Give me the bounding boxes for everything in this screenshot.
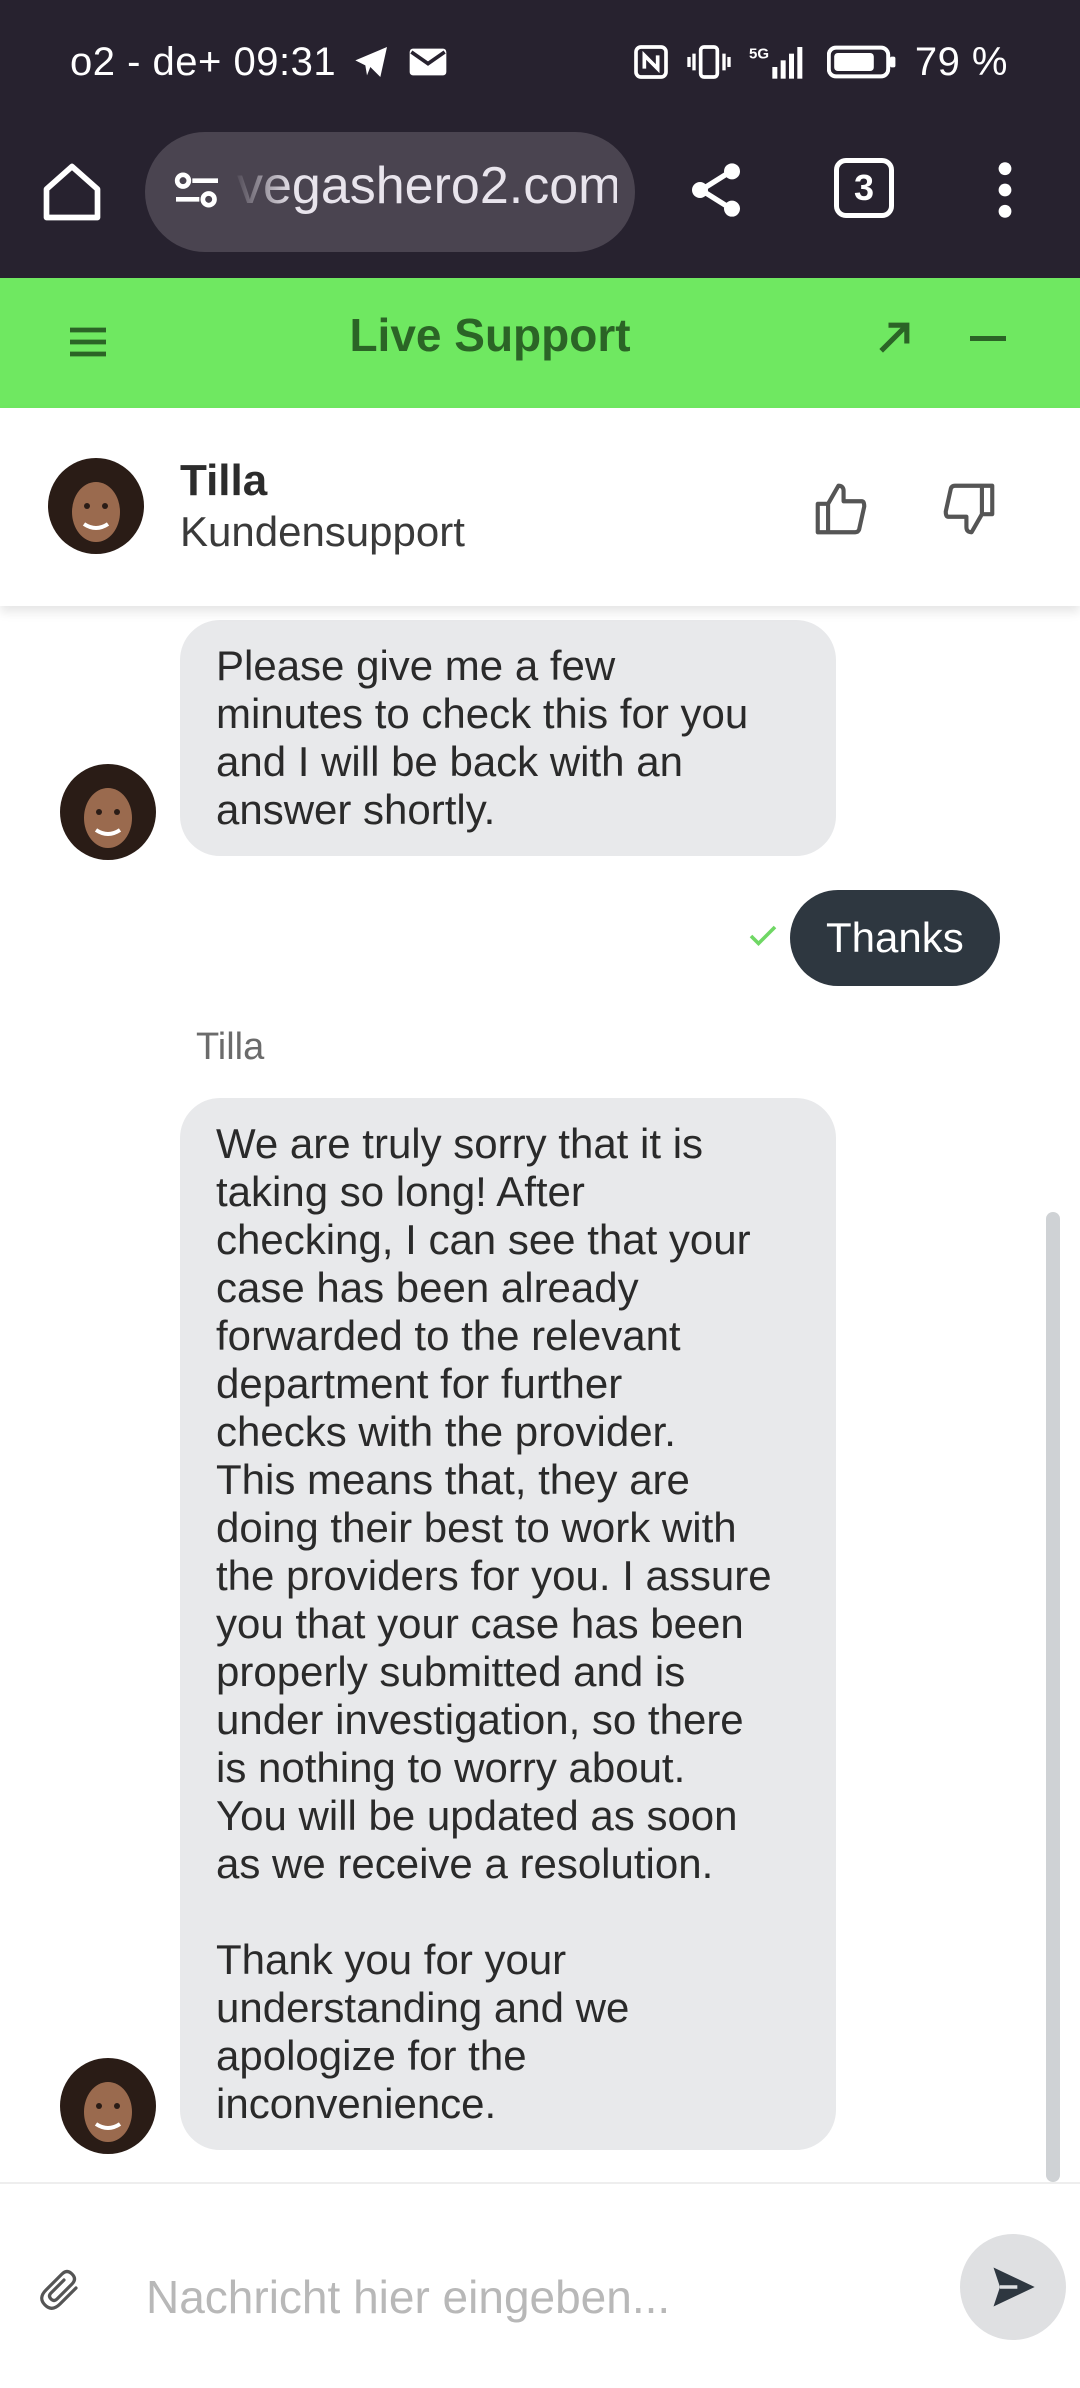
attachment-icon[interactable] bbox=[36, 2266, 84, 2314]
sender-label: Tilla bbox=[196, 1026, 265, 1068]
minimize-icon[interactable] bbox=[970, 336, 1006, 341]
support-header: Live Support bbox=[0, 278, 1080, 408]
browser-toolbar: vegashero2.com 3 bbox=[0, 130, 1080, 260]
tab-switcher-button[interactable]: 3 bbox=[834, 158, 894, 218]
chat-scrollbar[interactable] bbox=[1046, 1212, 1060, 2182]
share-icon[interactable] bbox=[684, 158, 748, 222]
telegram-icon bbox=[352, 42, 392, 82]
carrier-time: o2 - de+ 09:31 bbox=[70, 39, 337, 84]
status-bar: o2 - de+ 09:31 5G 79 % bbox=[0, 0, 1080, 125]
agent-avatar bbox=[60, 2058, 156, 2154]
agent-avatar bbox=[60, 764, 156, 860]
mail-icon bbox=[408, 45, 448, 79]
agent-message-bubble: We are truly sorry that it is taking so … bbox=[180, 1098, 836, 2150]
vibrate-icon bbox=[687, 42, 731, 82]
agent-message-bubble: Please give me a few minutes to check th… bbox=[180, 620, 836, 856]
svg-text:5G: 5G bbox=[749, 46, 769, 63]
agent-avatar bbox=[48, 458, 144, 554]
home-icon[interactable] bbox=[38, 158, 106, 226]
thumbs-down-icon[interactable] bbox=[938, 478, 1000, 540]
nfc-icon bbox=[631, 42, 671, 82]
battery-icon bbox=[826, 42, 899, 82]
url-fade bbox=[233, 132, 293, 252]
send-button[interactable] bbox=[960, 2234, 1066, 2340]
expand-icon[interactable] bbox=[872, 316, 916, 360]
sent-check-icon bbox=[748, 924, 778, 948]
message-input[interactable] bbox=[146, 2262, 926, 2332]
thumbs-up-icon[interactable] bbox=[810, 478, 872, 540]
user-message-bubble: Thanks bbox=[790, 890, 1000, 986]
support-title: Live Support bbox=[349, 309, 631, 361]
send-icon bbox=[987, 2261, 1039, 2313]
battery-level: 79 % bbox=[914, 39, 1008, 84]
message-composer bbox=[0, 2182, 1080, 2388]
agent-name: Tilla bbox=[180, 456, 268, 505]
more-menu-icon[interactable] bbox=[990, 158, 1020, 222]
site-settings-icon[interactable] bbox=[169, 162, 225, 218]
address-bar[interactable]: vegashero2.com bbox=[145, 132, 635, 252]
signal-5g-icon: 5G bbox=[747, 42, 811, 82]
chat-transcript[interactable]: Please give me a few minutes to check th… bbox=[0, 606, 1080, 2182]
url-text: vegashero2.com bbox=[237, 157, 617, 215]
agent-role: Kundensupport bbox=[180, 508, 465, 555]
agent-header: Tilla Kundensupport bbox=[0, 408, 1080, 606]
